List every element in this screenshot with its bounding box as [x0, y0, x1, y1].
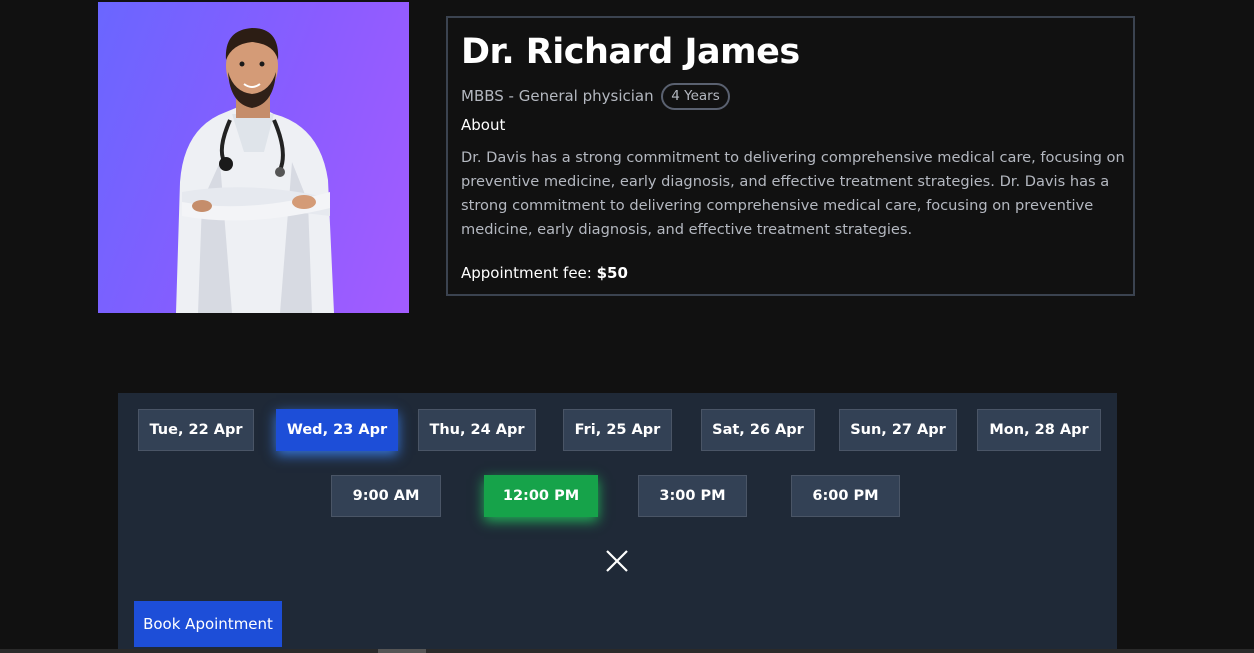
doctor-degree: MBBS - General physician: [461, 87, 654, 105]
date-slot[interactable]: Tue, 22 Apr: [138, 409, 254, 451]
about-text: Dr. Davis has a strong commitment to del…: [461, 149, 1125, 238]
about-label: About: [461, 116, 506, 134]
date-slot[interactable]: Mon, 28 Apr: [977, 409, 1101, 451]
date-slot[interactable]: Sun, 27 Apr: [839, 409, 957, 451]
date-slot-selected[interactable]: Wed, 23 Apr: [276, 409, 398, 451]
scrollbar-thumb[interactable]: [378, 649, 426, 653]
appointment-fee: Appointment fee: $50: [461, 264, 628, 282]
doctor-photo: [98, 2, 409, 313]
date-slot[interactable]: Sat, 26 Apr: [701, 409, 815, 451]
fee-label: Appointment fee:: [461, 264, 592, 282]
close-icon[interactable]: [605, 549, 629, 573]
doctor-page: Dr. Richard James MBBS - General physici…: [0, 0, 1254, 653]
date-slot[interactable]: Fri, 25 Apr: [563, 409, 672, 451]
book-appointment-button[interactable]: Book Apointment: [134, 601, 282, 647]
time-slot[interactable]: 3:00 PM: [638, 475, 747, 517]
horizontal-scrollbar[interactable]: [0, 649, 1254, 653]
doctor-name: Dr. Richard James: [461, 32, 800, 72]
time-slot[interactable]: 9:00 AM: [331, 475, 441, 517]
doctor-info-card: Dr. Richard James MBBS - General physici…: [446, 16, 1135, 296]
experience-badge: 4 Years: [661, 83, 730, 110]
booking-panel: Tue, 22 Apr Wed, 23 Apr Thu, 24 Apr Fri,…: [118, 393, 1117, 653]
time-slot-selected[interactable]: 12:00 PM: [484, 475, 598, 517]
time-slot[interactable]: 6:00 PM: [791, 475, 900, 517]
fee-value: $50: [596, 264, 628, 282]
date-slot[interactable]: Thu, 24 Apr: [418, 409, 536, 451]
